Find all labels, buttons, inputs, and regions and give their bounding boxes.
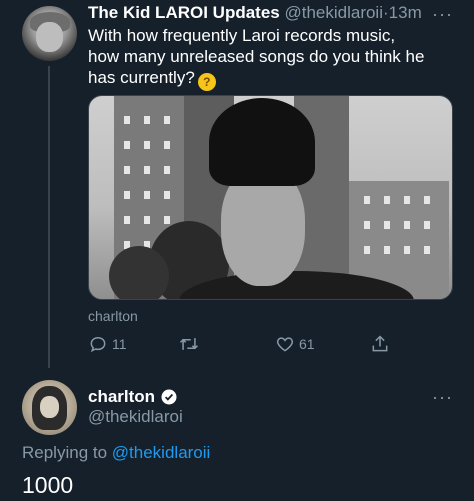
more-options-icon[interactable]: ··· [432, 4, 453, 25]
tweet-timestamp[interactable]: 13m [389, 3, 422, 22]
replying-to-prefix: Replying to [22, 443, 108, 462]
like-count: 61 [299, 336, 315, 352]
tweet-photo[interactable] [88, 95, 453, 300]
tweet-body: With how frequently Laroi records music,… [88, 26, 425, 87]
reply-author-handle[interactable]: @thekidlaroi [88, 407, 183, 427]
share-icon [372, 335, 388, 352]
photo-caption[interactable]: charlton [88, 308, 138, 324]
tweet-text: With how frequently Laroi records music,… [88, 25, 428, 91]
verified-badge-icon [161, 389, 177, 405]
thread-connector-line [48, 66, 50, 368]
reply-author-name-row: charlton [88, 387, 178, 407]
thinking-face-icon: ? [197, 73, 216, 91]
author-name[interactable]: The Kid LAROI Updates [88, 3, 280, 22]
author-handle[interactable]: @thekidlaroii [284, 3, 383, 22]
reply-action[interactable]: 11 [88, 334, 127, 354]
reply-count: 11 [112, 336, 127, 352]
share-action[interactable] [370, 334, 394, 354]
author-avatar[interactable] [22, 6, 77, 61]
reply-author-name[interactable]: charlton [88, 387, 155, 407]
reply-more-options-icon[interactable]: ··· [432, 387, 453, 408]
reply-author-avatar[interactable] [22, 380, 77, 435]
retweet-action[interactable] [178, 334, 204, 354]
retweet-icon [179, 338, 199, 350]
replying-to-line: Replying to @thekidlaroii [22, 443, 210, 463]
replying-to-link[interactable]: @thekidlaroii [112, 443, 211, 462]
heart-icon [276, 337, 294, 352]
reply-icon [90, 336, 106, 353]
like-action[interactable]: 61 [275, 334, 315, 354]
tweet-header: The Kid LAROI Updates @thekidlaroii·13m [88, 3, 422, 23]
reply-text: 1000 [22, 472, 74, 498]
